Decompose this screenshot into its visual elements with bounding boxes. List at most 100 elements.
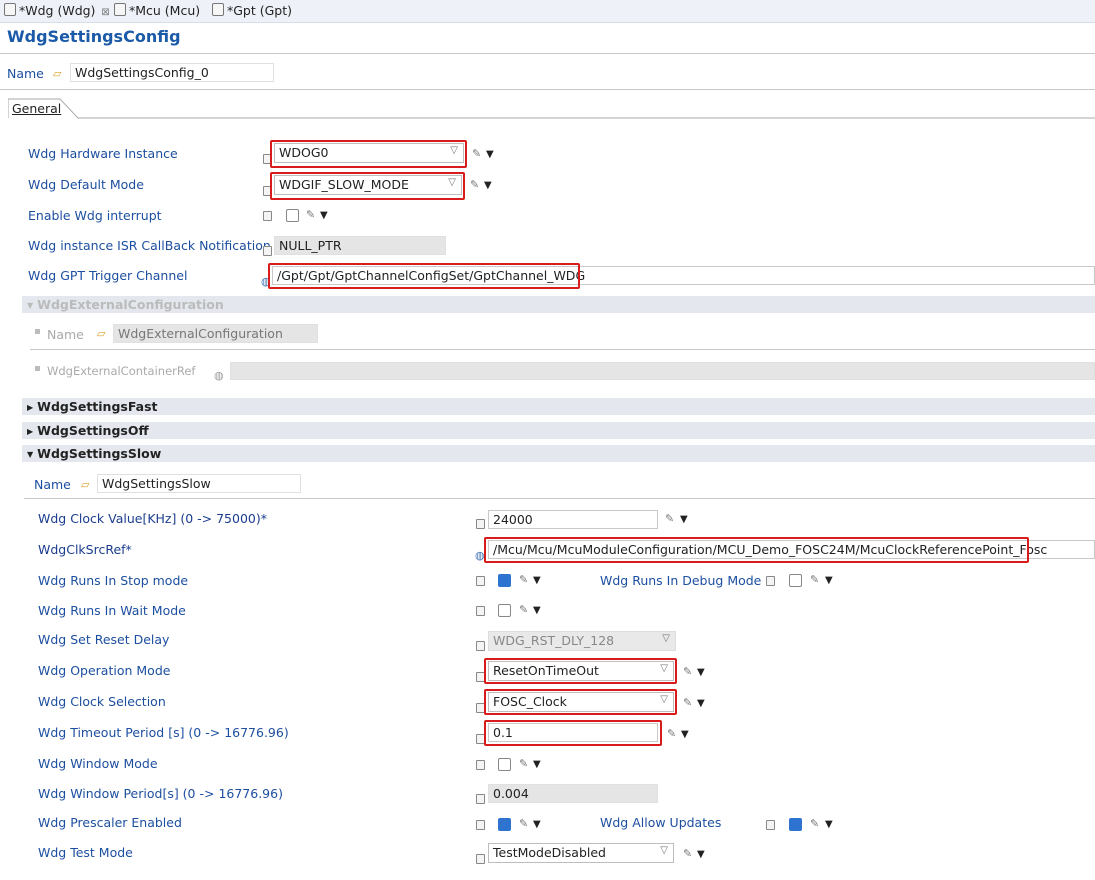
dropdown-arrow-icon[interactable]: ▼ bbox=[533, 759, 541, 770]
edit-icon[interactable]: ✎ bbox=[519, 603, 528, 616]
folder-icon: ▱ bbox=[81, 478, 90, 491]
edit-icon[interactable]: ✎ bbox=[683, 696, 692, 709]
slow-name-input[interactable]: WdgSettingsSlow bbox=[97, 474, 301, 493]
param-icon bbox=[476, 794, 485, 804]
external-name-field: WdgExternalConfiguration bbox=[113, 324, 318, 343]
param-icon bbox=[476, 820, 485, 830]
window-period-label: Wdg Window Period[s] (0 -> 16776.96) bbox=[38, 786, 283, 801]
edit-icon[interactable]: ✎ bbox=[519, 573, 528, 586]
name-label: Name bbox=[7, 66, 44, 81]
highlight-box bbox=[270, 172, 465, 200]
runs-wait-label: Wdg Runs In Wait Mode bbox=[38, 603, 186, 618]
enable-interrupt-checkbox[interactable] bbox=[286, 209, 299, 222]
folder-icon: ▱ bbox=[53, 67, 62, 80]
gpt-trigger-label: Wdg GPT Trigger Channel bbox=[28, 268, 188, 283]
chevron-down-icon: ▽ bbox=[660, 845, 668, 856]
runs-wait-checkbox[interactable] bbox=[498, 604, 511, 617]
chevron-down-icon: ▼ bbox=[27, 450, 34, 459]
dropdown-arrow-icon[interactable]: ▼ bbox=[680, 514, 688, 525]
param-icon bbox=[766, 820, 775, 830]
dropdown-arrow-icon[interactable]: ▼ bbox=[681, 729, 689, 740]
edit-icon[interactable]: ✎ bbox=[519, 817, 528, 830]
clock-value-input[interactable]: 24000 bbox=[488, 510, 658, 529]
timeout-label: Wdg Timeout Period [s] (0 -> 16776.96) bbox=[38, 725, 289, 740]
tab-gpt[interactable]: *Gpt (Gpt) bbox=[212, 3, 292, 21]
prescaler-checkbox[interactable] bbox=[498, 818, 511, 831]
settings-off-header[interactable]: ▶ WdgSettingsOff bbox=[22, 422, 1095, 439]
highlight-box bbox=[484, 658, 677, 684]
folder-icon: ▱ bbox=[97, 327, 106, 340]
param-icon bbox=[263, 246, 272, 256]
dropdown-arrow-icon[interactable]: ▼ bbox=[697, 849, 705, 860]
tab-mcu[interactable]: *Mcu (Mcu) bbox=[114, 3, 200, 21]
name-input[interactable]: WdgSettingsConfig_0 bbox=[70, 63, 274, 82]
dropdown-arrow-icon[interactable]: ▼ bbox=[825, 575, 833, 586]
dropdown-arrow-icon[interactable]: ▼ bbox=[697, 698, 705, 709]
dropdown-arrow-icon[interactable]: ▼ bbox=[533, 819, 541, 830]
reset-delay-label: Wdg Set Reset Delay bbox=[38, 632, 170, 647]
close-icon[interactable]: ⊠ bbox=[101, 7, 109, 18]
param-icon bbox=[476, 606, 485, 616]
highlight-box bbox=[484, 689, 677, 715]
clock-value-label: Wdg Clock Value[KHz] (0 -> 75000)* bbox=[38, 511, 267, 526]
edit-icon[interactable]: ✎ bbox=[665, 512, 674, 525]
param-icon bbox=[476, 576, 485, 586]
editor-tab-bar: *Wdg (Wdg) ⊠ *Mcu (Mcu) *Gpt (Gpt) bbox=[0, 0, 1095, 23]
allow-updates-label: Wdg Allow Updates bbox=[600, 815, 722, 830]
clk-src-ref-label: WdgClkSrcRef* bbox=[38, 542, 132, 557]
edit-icon[interactable]: ✎ bbox=[683, 665, 692, 678]
file-icon bbox=[114, 3, 126, 16]
allow-updates-checkbox[interactable] bbox=[789, 818, 802, 831]
highlight-box bbox=[270, 140, 467, 168]
external-config-header[interactable]: ▼ WdgExternalConfiguration bbox=[22, 296, 1095, 313]
container-ref-field bbox=[230, 362, 1095, 380]
edit-icon[interactable]: ✎ bbox=[470, 178, 479, 191]
reset-delay-select: WDG_RST_DLY_128 ▽ bbox=[488, 631, 676, 651]
bullet-icon bbox=[35, 366, 40, 371]
runs-stop-label: Wdg Runs In Stop mode bbox=[38, 573, 189, 588]
settings-fast-header[interactable]: ▶ WdgSettingsFast bbox=[22, 398, 1095, 415]
window-period-field: 0.004 bbox=[488, 784, 658, 803]
chevron-right-icon: ▶ bbox=[27, 427, 34, 436]
window-mode-label: Wdg Window Mode bbox=[38, 756, 158, 771]
dropdown-arrow-icon[interactable]: ▼ bbox=[484, 180, 492, 191]
clock-sel-label: Wdg Clock Selection bbox=[38, 694, 166, 709]
edit-icon[interactable]: ✎ bbox=[519, 757, 528, 770]
dropdown-arrow-icon[interactable]: ▼ bbox=[533, 575, 541, 586]
highlight-box bbox=[484, 537, 1029, 563]
isr-callback-field: NULL_PTR bbox=[274, 236, 446, 255]
runs-stop-checkbox[interactable] bbox=[498, 574, 511, 587]
default-mode-label: Wdg Default Mode bbox=[28, 177, 144, 192]
test-mode-select[interactable]: TestModeDisabled ▽ bbox=[488, 843, 674, 863]
dropdown-arrow-icon[interactable]: ▼ bbox=[697, 667, 705, 678]
slow-name-label: Name bbox=[34, 477, 71, 492]
chevron-right-icon: ▶ bbox=[27, 403, 34, 412]
edit-icon[interactable]: ✎ bbox=[683, 847, 692, 860]
page-title: WdgSettingsConfig bbox=[7, 27, 181, 46]
edit-icon[interactable]: ✎ bbox=[306, 208, 315, 221]
edit-icon[interactable]: ✎ bbox=[810, 573, 819, 586]
file-icon bbox=[212, 3, 224, 16]
external-name-label: Name bbox=[47, 327, 84, 342]
divider bbox=[30, 349, 1095, 350]
divider bbox=[0, 89, 1095, 90]
dropdown-arrow-icon[interactable]: ▼ bbox=[486, 149, 494, 160]
dropdown-arrow-icon[interactable]: ▼ bbox=[533, 605, 541, 616]
highlight-box bbox=[268, 263, 580, 289]
tab-wdg[interactable]: *Wdg (Wdg) ⊠ bbox=[4, 3, 110, 21]
dropdown-arrow-icon[interactable]: ▼ bbox=[320, 210, 328, 221]
param-icon bbox=[476, 760, 485, 770]
window-mode-checkbox[interactable] bbox=[498, 758, 511, 771]
edit-icon[interactable]: ✎ bbox=[810, 817, 819, 830]
hw-instance-label: Wdg Hardware Instance bbox=[28, 146, 178, 161]
dropdown-arrow-icon[interactable]: ▼ bbox=[825, 819, 833, 830]
runs-debug-checkbox[interactable] bbox=[789, 574, 802, 587]
tab-strip: General bbox=[8, 97, 1095, 119]
runs-debug-label: Wdg Runs In Debug Mode bbox=[600, 573, 762, 588]
edit-icon[interactable]: ✎ bbox=[472, 147, 481, 160]
tab-general[interactable]: General bbox=[12, 101, 61, 116]
settings-slow-header[interactable]: ▼ WdgSettingsSlow bbox=[22, 445, 1095, 462]
edit-icon[interactable]: ✎ bbox=[667, 727, 676, 740]
link-icon: ◍ bbox=[214, 369, 224, 382]
chevron-down-icon: ▼ bbox=[27, 301, 34, 310]
